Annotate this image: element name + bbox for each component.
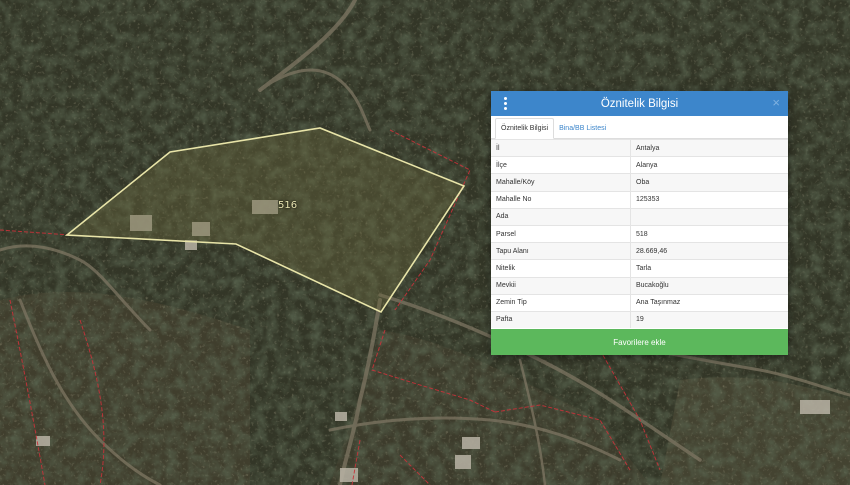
- table-row: Parsel 518: [491, 224, 788, 243]
- attr-value: 518: [630, 224, 788, 243]
- attr-key: Mahalle No: [491, 190, 631, 209]
- table-row: Mevkii Bucakoğlu: [491, 276, 788, 295]
- attr-key: Ada: [491, 207, 631, 226]
- attr-key: Mevkii: [491, 276, 631, 295]
- attr-value: 19: [630, 310, 788, 329]
- table-row: İl Antalya: [491, 138, 788, 157]
- table-row: Mahalle No 125353: [491, 190, 788, 209]
- attr-value: Alanya: [630, 156, 788, 174]
- tab-attribute-info[interactable]: Öznitelik Bilgisi: [495, 118, 555, 139]
- attr-value: Antalya: [630, 138, 788, 157]
- attr-value: Bucakoğlu: [630, 276, 788, 295]
- table-row: Tapu Alanı 28.669,46: [491, 242, 788, 260]
- attr-value: Oba: [630, 173, 788, 192]
- table-row: Ada: [491, 207, 788, 226]
- tab-building-list[interactable]: Bina/BB Listesi: [554, 119, 611, 138]
- panel-title: Öznitelik Bilgisi: [600, 97, 679, 110]
- table-row: Mahalle/Köy Oba: [491, 173, 788, 192]
- attr-key: Zemin Tip: [491, 293, 631, 312]
- panel-header: Öznitelik Bilgisi ×: [491, 91, 788, 116]
- vertical-dots-icon[interactable]: [501, 97, 509, 110]
- attr-key: Tapu Alanı: [491, 242, 631, 260]
- attr-value: Ana Taşınmaz: [630, 293, 788, 312]
- attribute-table: İl Antalya İlçe Alanya Mahalle/Köy Oba M…: [491, 138, 788, 329]
- attr-key: Parsel: [491, 224, 631, 243]
- attr-value: Tarla: [630, 259, 788, 277]
- attr-key: Nitelik: [491, 259, 631, 277]
- parcel-number-label: 516: [278, 200, 298, 211]
- table-row: Nitelik Tarla: [491, 259, 788, 277]
- attr-value: 28.669,46: [630, 242, 788, 260]
- panel-tabs: Öznitelik Bilgisi Bina/BB Listesi: [491, 117, 788, 139]
- attr-key: Mahalle/Köy: [491, 173, 631, 192]
- add-to-favorites-button[interactable]: Favorilere ekle: [491, 329, 788, 355]
- attr-value: 125353: [630, 190, 788, 209]
- table-row: Zemin Tip Ana Taşınmaz: [491, 293, 788, 312]
- table-row: İlçe Alanya: [491, 156, 788, 174]
- attr-key: İlçe: [491, 156, 631, 174]
- attr-key: Pafta: [491, 310, 631, 329]
- attribute-info-panel: Öznitelik Bilgisi × Öznitelik Bilgisi Bi…: [491, 91, 788, 355]
- table-row: Pafta 19: [491, 310, 788, 329]
- attr-key: İl: [491, 138, 631, 157]
- attr-value: [630, 207, 788, 226]
- close-icon[interactable]: ×: [772, 96, 780, 110]
